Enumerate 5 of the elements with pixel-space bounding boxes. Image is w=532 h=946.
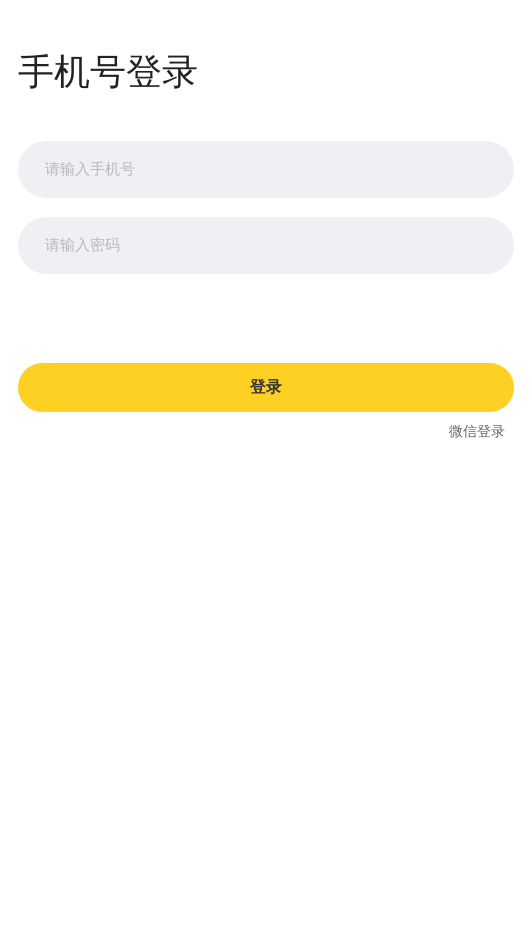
input-field[interactable]: 请输入密码: [18, 217, 514, 274]
input-field[interactable]: 请输入手机号: [18, 141, 514, 198]
page-title: 手机号登录: [18, 50, 199, 94]
wechat-login-link[interactable]: 微信登录: [449, 423, 505, 441]
login-button[interactable]: 登录: [18, 363, 514, 412]
